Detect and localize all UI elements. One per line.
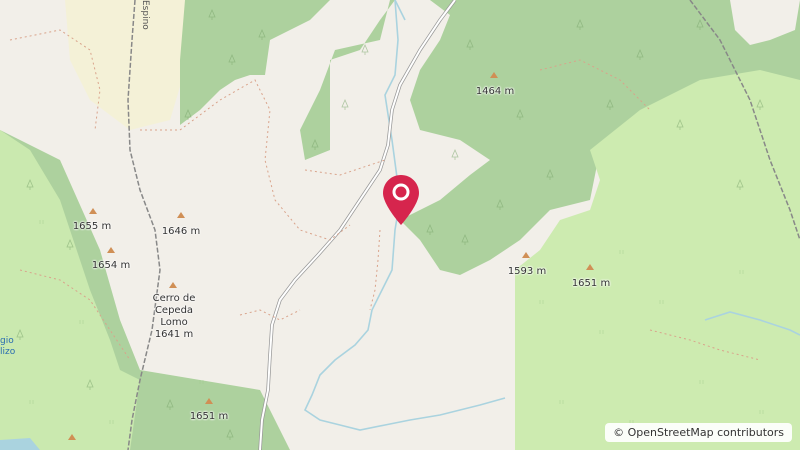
map-attribution[interactable]: © OpenStreetMap contributors	[605, 423, 792, 442]
peak-marker-icon	[586, 264, 594, 270]
road-name-label: Espino	[140, 0, 150, 30]
peak-marker-icon	[490, 72, 498, 78]
peak-marker-icon	[68, 434, 76, 440]
map-view[interactable]: 1464 m 1655 m 1646 m 1654 m Cerro de Cep…	[0, 0, 800, 450]
peak-elevation-label: 1651 m	[571, 278, 611, 289]
peak-marker-icon	[522, 252, 530, 258]
peak-marker-icon	[205, 398, 213, 404]
peak-marker-icon	[169, 282, 177, 288]
peak-elevation-label: 1654 m	[91, 260, 131, 271]
peak-elevation-label: 1646 m	[161, 226, 201, 237]
peak-marker-icon	[177, 212, 185, 218]
water-name-label: gio lizo	[0, 336, 16, 357]
location-marker-icon[interactable]	[381, 173, 421, 227]
peak-marker-icon	[89, 208, 97, 214]
peak-elevation-label: 1641 m	[154, 329, 194, 340]
peak-elevation-label: 1651 m	[189, 411, 229, 422]
peak-elevation-label: 1464 m	[475, 86, 515, 97]
peak-marker-icon	[107, 247, 115, 253]
peak-elevation-label: 1593 m	[507, 266, 547, 277]
peak-name-label: Cerro de Cepeda Lomo	[152, 293, 196, 328]
peak-elevation-label: 1655 m	[72, 221, 112, 232]
